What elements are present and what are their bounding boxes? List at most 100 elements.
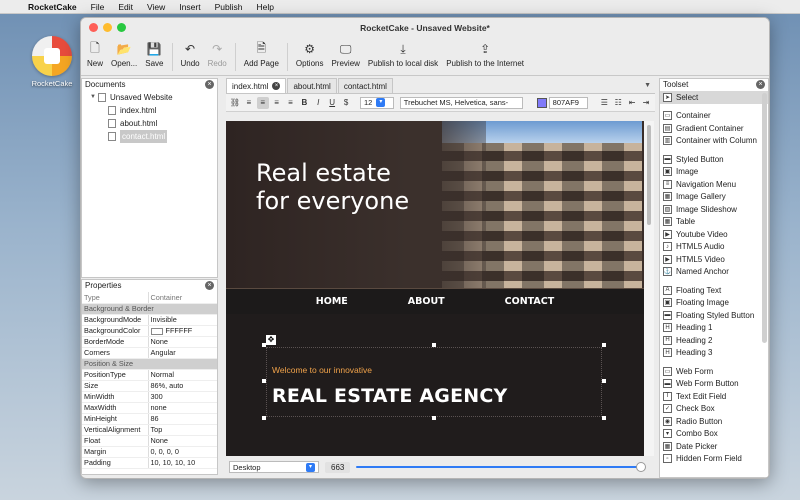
tab-about[interactable]: about.html	[287, 78, 337, 93]
underline-icon[interactable]: U	[326, 97, 338, 109]
undo-button[interactable]: ↶ Undo	[181, 41, 200, 68]
move-handle-icon[interactable]: ✥	[266, 335, 276, 345]
new-button[interactable]: 🗋 New	[87, 41, 103, 69]
tree-root[interactable]: ▼ Unsaved Website	[90, 91, 217, 104]
tool-html5-video[interactable]: ▶ HTML5 Video	[660, 253, 768, 266]
close-properties-icon[interactable]: ×	[205, 281, 214, 290]
hero-heading[interactable]: Real estate for everyone	[256, 159, 409, 215]
agency-heading[interactable]: REAL ESTATE AGENCY	[272, 385, 507, 407]
welcome-text[interactable]: Welcome to our innovative	[272, 365, 372, 375]
minimize-window-icon[interactable]	[103, 23, 112, 32]
resize-handle[interactable]	[432, 343, 436, 347]
text-color-swatch[interactable]	[536, 97, 547, 108]
tool-select[interactable]: ➤ Select	[660, 91, 768, 104]
publish-local-button[interactable]: ⤓ Publish to local disk	[368, 41, 438, 69]
menu-view[interactable]: View	[147, 2, 165, 12]
tool-web-form-button[interactable]: ▬ Web Form Button	[660, 378, 768, 391]
publish-internet-button[interactable]: ⇪ Publish to the Internet	[446, 41, 524, 68]
options-button[interactable]: ⚙ Options	[296, 41, 324, 68]
preview-button[interactable]: 🖵 Preview	[331, 41, 359, 69]
tool-floating-styled-button[interactable]: ▬ Floating Styled Button	[660, 309, 768, 322]
menu-help[interactable]: Help	[256, 2, 273, 12]
tool-styled-button[interactable]: ▬ Styled Button	[660, 153, 768, 166]
property-value[interactable]: 10, 10, 10, 10	[148, 457, 217, 469]
device-select[interactable]: Desktop ▾	[229, 461, 319, 473]
tab-contact[interactable]: contact.html	[337, 78, 393, 93]
tool-gradient-container[interactable]: ▤ Gradient Container	[660, 122, 768, 135]
tool-table[interactable]: ▦ Table	[660, 216, 768, 229]
add-page-button[interactable]: 🗎 Add Page	[244, 41, 279, 69]
resize-handle[interactable]	[602, 379, 606, 383]
tool-image-gallery[interactable]: ▦ Image Gallery	[660, 191, 768, 204]
link-icon[interactable]: ⛓	[229, 97, 241, 109]
property-value[interactable]: 86%, auto	[148, 380, 217, 392]
tool-hidden-form-field[interactable]: ▫ Hidden Form Field	[660, 453, 768, 466]
tool-floating-text[interactable]: A Floating Text	[660, 284, 768, 297]
property-value[interactable]: 300	[148, 391, 217, 403]
tree-page-index[interactable]: index.html	[90, 104, 217, 117]
tool-named-anchor[interactable]: ⚓ Named Anchor	[660, 266, 768, 279]
property-value[interactable]: Angular	[148, 347, 217, 359]
nav-contact[interactable]: CONTACT	[505, 296, 555, 307]
justify-icon[interactable]: ≡	[285, 97, 297, 109]
resize-handle[interactable]	[602, 416, 606, 420]
color-hex-field[interactable]: 807AF9	[548, 96, 589, 109]
font-family-select[interactable]: Trebuchet MS, Helvetica, sans-	[399, 96, 523, 109]
tool-html5-audio[interactable]: ♪ HTML5 Audio	[660, 241, 768, 254]
tool-web-form[interactable]: ▭ Web Form	[660, 365, 768, 378]
property-value[interactable]: Normal	[148, 369, 217, 381]
tool-image-slideshow[interactable]: ▧ Image Slideshow	[660, 203, 768, 216]
nav-about[interactable]: ABOUT	[408, 296, 445, 307]
tool-heading-3[interactable]: H Heading 3	[660, 347, 768, 360]
bold-icon[interactable]: B	[298, 97, 310, 109]
outdent-icon[interactable]: ⇤	[626, 97, 638, 109]
desktop-app-icon[interactable]: RocketCake	[30, 36, 74, 88]
menu-publish[interactable]: Publish	[215, 2, 243, 12]
tabs-dropdown-icon[interactable]: ▼	[644, 82, 651, 89]
menu-file[interactable]: File	[91, 2, 105, 12]
tool-date-picker[interactable]: ▦ Date Picker	[660, 440, 768, 453]
property-value[interactable]: 0, 0, 0, 0	[148, 446, 217, 458]
tool-youtube-video[interactable]: ▶ Youtube Video	[660, 228, 768, 241]
redo-button[interactable]: ↷ Redo	[208, 41, 227, 68]
tool-floating-image[interactable]: ▣ Floating Image	[660, 297, 768, 310]
close-window-icon[interactable]	[89, 23, 98, 32]
menu-app[interactable]: RocketCake	[28, 2, 77, 12]
close-tab-icon[interactable]: ×	[272, 82, 281, 90]
open-button[interactable]: 📂 Open...	[111, 41, 137, 68]
nav-home[interactable]: HOME	[316, 296, 348, 307]
menu-edit[interactable]: Edit	[118, 2, 133, 12]
numbered-list-icon[interactable]: ☷	[612, 97, 624, 109]
canvas-scrollbar[interactable]	[644, 121, 654, 456]
resize-handle[interactable]	[262, 416, 266, 420]
color-swatch[interactable]	[150, 327, 163, 335]
tool-text-edit-field[interactable]: T Text Edit Field	[660, 390, 768, 403]
menu-insert[interactable]: Insert	[179, 2, 200, 12]
property-value[interactable]: None	[148, 336, 217, 348]
property-value[interactable]: FFFFFF	[148, 325, 217, 337]
property-value[interactable]: 86	[148, 413, 217, 425]
strikethrough-icon[interactable]: $	[340, 97, 352, 109]
slider-knob[interactable]	[636, 462, 647, 472]
resize-handle[interactable]	[432, 416, 436, 420]
resize-handle[interactable]	[262, 379, 266, 383]
tab-index[interactable]: index.html ×	[226, 78, 287, 93]
save-button[interactable]: 💾 Save	[145, 41, 163, 68]
tool-check-box[interactable]: ✓ Check Box	[660, 403, 768, 416]
site-navigation[interactable]: HOME ABOUT CONTACT	[226, 288, 644, 314]
tool-heading-2[interactable]: H Heading 2	[660, 334, 768, 347]
align-right-icon[interactable]: ≡	[271, 97, 283, 109]
property-value[interactable]: None	[148, 435, 217, 447]
tree-page-about[interactable]: about.html	[90, 117, 217, 130]
property-value[interactable]: Top	[148, 424, 217, 436]
italic-icon[interactable]: I	[312, 97, 324, 109]
tool-combo-box[interactable]: ▾ Combo Box	[660, 428, 768, 441]
close-toolset-icon[interactable]: ×	[756, 80, 765, 89]
tool-navigation-menu[interactable]: ≡ Navigation Menu	[660, 178, 768, 191]
property-value[interactable]: none	[148, 402, 217, 414]
property-value[interactable]: Invisible	[148, 314, 217, 326]
disclosure-down-icon[interactable]: ▼	[90, 91, 98, 104]
toolset-scrollbar[interactable]	[762, 93, 767, 343]
close-documents-icon[interactable]: ×	[205, 80, 214, 89]
canvas-width-slider[interactable]	[356, 462, 647, 472]
